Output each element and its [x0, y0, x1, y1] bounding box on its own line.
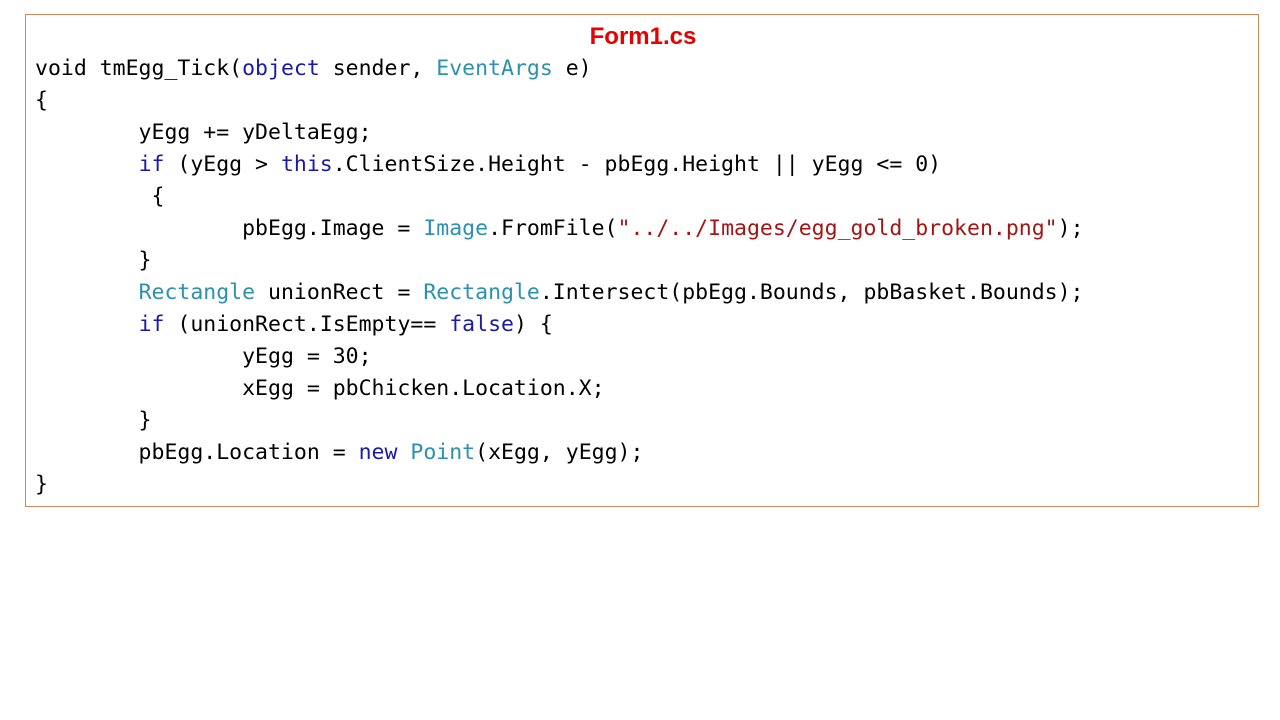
code-token-plain: } [35, 408, 152, 433]
code-token-type: EventArgs [436, 56, 553, 81]
code-token-plain: void tmEgg_Tick( [35, 56, 243, 81]
code-token-plain: .ClientSize.Height - pbEgg.Height || yEg… [332, 152, 942, 177]
code-token-plain: ); [1057, 216, 1084, 241]
code-line: { [35, 85, 1084, 117]
code-line: pbEgg.Location = new Point(xEgg, yEgg); [35, 437, 1084, 469]
code-line: } [35, 405, 1084, 437]
code-token-plain: .Intersect(pbEgg.Bounds, pbBasket.Bounds… [539, 280, 1084, 305]
code-token-plain: unionRect = [255, 280, 424, 305]
code-token-plain: yEgg = 30; [35, 344, 372, 369]
code-line: pbEgg.Image = Image.FromFile("../../Imag… [35, 213, 1084, 245]
code-token-plain: e) [552, 56, 592, 81]
code-token-string: "../../Images/egg_gold_broken.png" [617, 216, 1058, 241]
code-line: Rectangle unionRect = Rectangle.Intersec… [35, 277, 1084, 309]
code-token-plain: yEgg += yDeltaEgg; [35, 120, 372, 145]
code-line: void tmEgg_Tick(object sender, EventArgs… [35, 53, 1084, 85]
code-token-keyword: if [138, 152, 165, 177]
code-token-type: Rectangle [138, 280, 256, 305]
code-token-keyword: if [138, 312, 165, 337]
code-line: } [35, 469, 1084, 501]
code-line: xEgg = pbChicken.Location.X; [35, 373, 1084, 405]
code-token-plain: } [35, 248, 152, 273]
file-title: Form1.cs [589, 23, 697, 50]
code-token-keyword: this [280, 152, 333, 177]
code-token-keyword: false [449, 312, 514, 337]
code-token-plain: ) { [513, 312, 553, 337]
code-token-plain: pbEgg.Location = [35, 440, 359, 465]
code-token-plain: pbEgg.Image = [35, 216, 424, 241]
code-box: Form1.cs void tmEgg_Tick(object sender, … [25, 14, 1259, 507]
code-line: if (unionRect.IsEmpty== false) { [35, 309, 1084, 341]
code-block: void tmEgg_Tick(object sender, EventArgs… [35, 53, 1084, 501]
code-token-plain: (unionRect.IsEmpty== [164, 312, 450, 337]
code-token-plain: } [35, 472, 48, 497]
code-token-plain: .FromFile( [488, 216, 618, 241]
code-token-type: Rectangle [423, 280, 540, 305]
code-token-plain: { [35, 88, 48, 113]
code-line: yEgg = 30; [35, 341, 1084, 373]
code-token-keyword: new [358, 440, 398, 465]
code-token-plain: (yEgg > [164, 152, 281, 177]
code-token-plain: { [35, 184, 165, 209]
code-line: } [35, 245, 1084, 277]
code-token-type: Point [410, 440, 476, 465]
code-token-plain: sender, [319, 56, 437, 81]
code-line: if (yEgg > this.ClientSize.Height - pbEg… [35, 149, 1084, 181]
code-token-plain: xEgg = pbChicken.Location.X; [35, 376, 605, 401]
code-token-plain: (xEgg, yEgg); [475, 440, 644, 465]
code-line: { [35, 181, 1084, 213]
code-token-keyword: object [242, 56, 320, 81]
code-token-type: Image [423, 216, 489, 241]
slide: Form1.cs void tmEgg_Tick(object sender, … [0, 0, 1280, 720]
code-line: yEgg += yDeltaEgg; [35, 117, 1084, 149]
